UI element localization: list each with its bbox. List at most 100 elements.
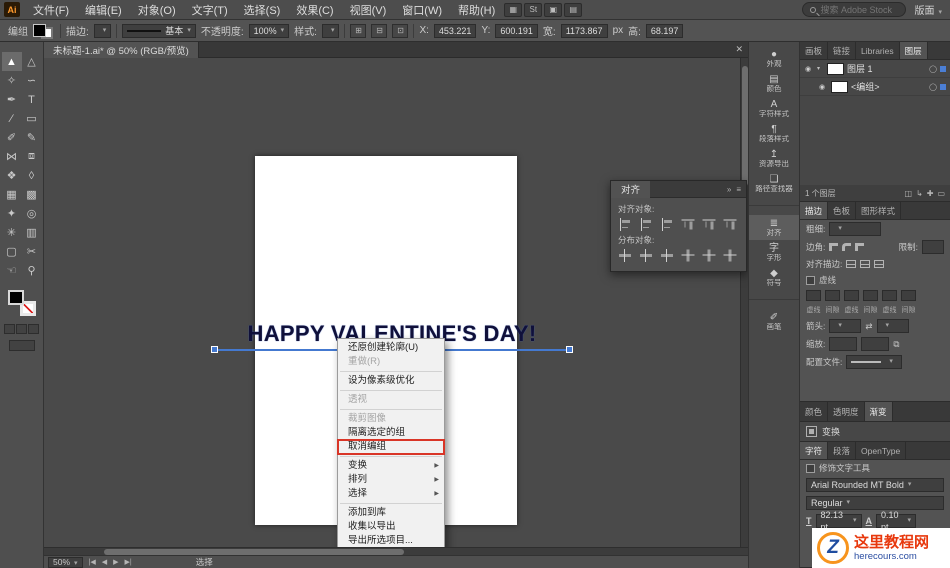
- pencil-tool[interactable]: ✎: [22, 128, 42, 147]
- panel-button-color[interactable]: ▤ 颜色: [749, 71, 799, 96]
- draw-inside-icon[interactable]: [28, 324, 39, 334]
- arrange-documents-icon[interactable]: ▤: [564, 2, 583, 17]
- target-circle-icon[interactable]: ◯: [929, 65, 937, 73]
- font-family-dropdown[interactable]: Arial Rounded MT Bold: [806, 478, 944, 492]
- y-field[interactable]: 600.191: [495, 23, 538, 38]
- font-size-field[interactable]: 82.13 pt: [815, 510, 862, 532]
- vertical-scrollbar-thumb[interactable]: [742, 66, 748, 186]
- miter-join-icon[interactable]: [829, 243, 839, 251]
- x-field[interactable]: 453.221: [433, 23, 477, 38]
- new-sublayer-icon[interactable]: ↳: [916, 189, 923, 198]
- context-menu-item-transform[interactable]: 变换 ▶: [338, 459, 444, 473]
- arrow-start-dropdown[interactable]: [829, 319, 862, 333]
- panel-button-symbols[interactable]: ◆ 符号: [749, 265, 799, 290]
- fill-swatch[interactable]: [33, 23, 46, 37]
- distribute-horizontal-center-icon[interactable]: [703, 249, 716, 263]
- delete-layer-icon[interactable]: ▭: [937, 189, 945, 198]
- tab-layers[interactable]: 图层: [899, 42, 928, 59]
- mesh-tool[interactable]: ▦: [2, 185, 22, 204]
- tab-transparency[interactable]: 透明度: [828, 402, 865, 421]
- align-vertical-center-icon[interactable]: [703, 218, 716, 232]
- stock-icon[interactable]: St: [524, 2, 543, 17]
- context-menu-item-ungroup[interactable]: 取消编组: [337, 439, 445, 455]
- align-right-icon[interactable]: [660, 218, 674, 231]
- tab-stroke[interactable]: 描边: [800, 202, 829, 219]
- panel-button-pathfinder[interactable]: ❑ 路径查找器: [749, 171, 799, 196]
- selection-indicator[interactable]: [940, 65, 946, 72]
- previous-artboard-icon[interactable]: ◀: [102, 558, 107, 566]
- context-menu-item-isolate-selected-group[interactable]: 隔离选定的组: [338, 426, 444, 440]
- panel-button-brushes[interactable]: ✐ 画笔: [749, 309, 799, 334]
- menu-edit[interactable]: 编辑(E): [78, 2, 129, 18]
- tab-color[interactable]: 颜色: [800, 402, 829, 421]
- context-menu-item-add-to-library[interactable]: 添加到库: [338, 506, 444, 520]
- visibility-eye-icon[interactable]: ◉: [802, 65, 814, 73]
- dash-field[interactable]: [882, 290, 897, 301]
- perspective-grid-tool[interactable]: ◊: [22, 166, 42, 185]
- expand-arrow-icon[interactable]: ▾: [817, 65, 824, 72]
- width-field[interactable]: 1173.867: [560, 23, 608, 38]
- tab-graphic-styles[interactable]: 图形样式: [856, 202, 902, 219]
- tab-opentype[interactable]: OpenType: [856, 442, 907, 459]
- symbol-sprayer-tool[interactable]: ✳: [2, 223, 22, 242]
- leading-field[interactable]: 0.10 pt: [876, 510, 916, 532]
- search-input[interactable]: [820, 4, 899, 15]
- menu-help[interactable]: 帮助(H): [451, 2, 502, 18]
- opacity-field[interactable]: 100%: [248, 23, 290, 38]
- distribute-left-icon[interactable]: [682, 249, 695, 263]
- dashed-line-checkbox[interactable]: [806, 275, 815, 285]
- menu-select[interactable]: 选择(S): [237, 2, 288, 18]
- draw-behind-icon[interactable]: [16, 324, 27, 334]
- panel-button-appearance[interactable]: ● 外观: [749, 46, 799, 71]
- shape-builder-tool[interactable]: ❖: [2, 166, 22, 185]
- context-menu-item-collect-for-export[interactable]: 收集以导出: [338, 520, 444, 534]
- arrow-end-dropdown[interactable]: [876, 319, 909, 333]
- transform-panel-header[interactable]: 变换: [800, 422, 950, 442]
- direct-selection-tool[interactable]: △: [22, 52, 42, 71]
- slice-tool[interactable]: ✂: [22, 242, 42, 261]
- scale-end-field[interactable]: [861, 337, 890, 351]
- menu-type[interactable]: 文字(T): [185, 2, 235, 18]
- draw-normal-icon[interactable]: [4, 324, 15, 334]
- align-stroke-outside-icon[interactable]: [874, 260, 885, 268]
- round-join-icon[interactable]: [842, 243, 852, 251]
- distribute-objects-icon[interactable]: ⊟: [371, 23, 388, 38]
- panel-button-glyphs[interactable]: 字字形: [749, 240, 799, 265]
- menu-file[interactable]: 文件(F): [26, 2, 76, 18]
- dash-field[interactable]: [806, 290, 821, 301]
- tab-artboards[interactable]: 画板: [800, 42, 829, 59]
- swap-arrows-icon[interactable]: ⇄: [865, 321, 872, 332]
- style-dropdown[interactable]: [321, 23, 340, 38]
- next-artboard-icon[interactable]: ▶: [113, 558, 118, 566]
- hand-tool[interactable]: ☜: [2, 261, 22, 280]
- align-top-icon[interactable]: [682, 218, 695, 232]
- miter-limit-field[interactable]: [922, 240, 944, 254]
- align-bottom-icon[interactable]: [724, 218, 737, 232]
- gradient-tool[interactable]: ▩: [22, 185, 42, 204]
- distribute-top-icon[interactable]: [618, 249, 632, 262]
- tab-libraries[interactable]: Libraries: [856, 42, 900, 59]
- lasso-tool[interactable]: ∽: [22, 71, 42, 90]
- last-artboard-icon[interactable]: ▶|: [125, 558, 132, 566]
- align-stroke-center-icon[interactable]: [846, 260, 857, 268]
- gap-field[interactable]: [901, 290, 916, 301]
- layer-name[interactable]: 图层 1: [847, 62, 926, 75]
- screen-mode-button[interactable]: [8, 340, 35, 351]
- fill-color-swatch[interactable]: [7, 290, 24, 305]
- zoom-tool[interactable]: ⚲: [22, 261, 42, 280]
- close-icon[interactable]: ✕: [735, 44, 743, 55]
- app-logo-icon[interactable]: Ai: [4, 2, 20, 17]
- layer-name[interactable]: <编组>: [851, 80, 926, 93]
- context-menu-item-make-pixel-perfect[interactable]: 设为像素级优化: [338, 374, 444, 388]
- align-panel-tab[interactable]: 对齐: [611, 180, 651, 198]
- align-objects-icon[interactable]: ⊞: [350, 23, 367, 38]
- distribute-vertical-center-icon[interactable]: [639, 249, 653, 262]
- distribute-bottom-icon[interactable]: [660, 249, 674, 262]
- stroke-weight-stepper[interactable]: [829, 222, 882, 236]
- line-segment-tool[interactable]: ∕: [2, 109, 22, 128]
- selection-tool[interactable]: ▲: [1, 52, 22, 71]
- new-layer-icon[interactable]: ✚: [927, 189, 934, 198]
- context-menu-item-select[interactable]: 选择 ▶: [338, 487, 444, 501]
- context-menu-item-arrange[interactable]: 排列 ▶: [338, 473, 444, 487]
- align-stroke-inside-icon[interactable]: [860, 260, 871, 268]
